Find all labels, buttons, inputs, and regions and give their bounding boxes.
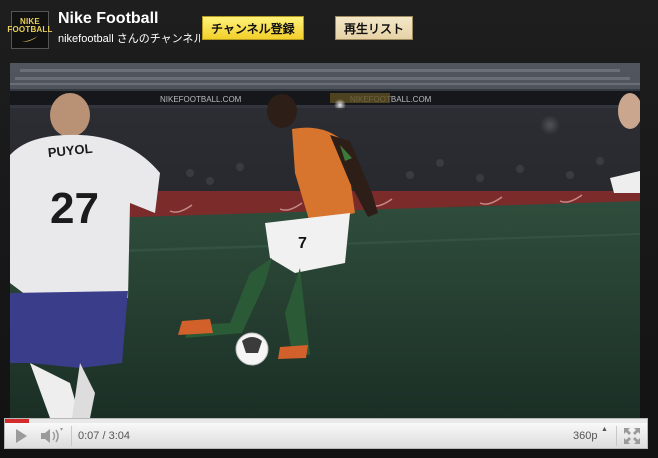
volume-icon[interactable] xyxy=(39,427,65,445)
channel-subtitle[interactable]: nikefootball さんのチャンネル xyxy=(58,30,200,46)
control-divider xyxy=(71,426,72,446)
chevron-up-icon[interactable]: ▲ xyxy=(601,426,608,433)
fullscreen-icon[interactable] xyxy=(623,427,641,445)
video-frame[interactable]: NIKEFOOTBALL.COM NIKEFOOTBALL.COM 27 PUY… xyxy=(10,63,640,418)
banner-text: NIKEFOOTBALL.COM xyxy=(160,95,242,104)
play-icon[interactable] xyxy=(13,428,29,444)
video-player: NIKE FOOTBALL Nike Football nikefootball… xyxy=(0,0,658,458)
logo-text-line2: FOOTBALL xyxy=(7,25,53,34)
time-display: 0:07 / 3:04 xyxy=(78,430,130,442)
player-controls: 0:07 / 3:04 360p ▲ xyxy=(4,418,648,449)
video-scene: NIKEFOOTBALL.COM NIKEFOOTBALL.COM 27 PUY… xyxy=(10,63,640,418)
subscribe-button[interactable]: チャンネル登録 xyxy=(202,16,304,40)
quality-selector[interactable]: 360p xyxy=(573,430,597,442)
channel-logo[interactable]: NIKE FOOTBALL xyxy=(7,11,52,49)
playlist-button[interactable]: 再生リスト xyxy=(335,16,414,40)
striker-number: 7 xyxy=(298,235,307,252)
channel-title[interactable]: Nike Football xyxy=(58,10,158,28)
soccer-ball xyxy=(235,332,269,366)
ad-banner-upper xyxy=(10,91,640,105)
jersey-number: 27 xyxy=(50,184,99,233)
swoosh-icon xyxy=(22,36,38,42)
control-divider xyxy=(616,426,617,446)
progress-bar[interactable] xyxy=(5,419,647,423)
progress-fill xyxy=(5,419,30,423)
channel-header: NIKE FOOTBALL Nike Football nikefootball… xyxy=(0,0,658,56)
